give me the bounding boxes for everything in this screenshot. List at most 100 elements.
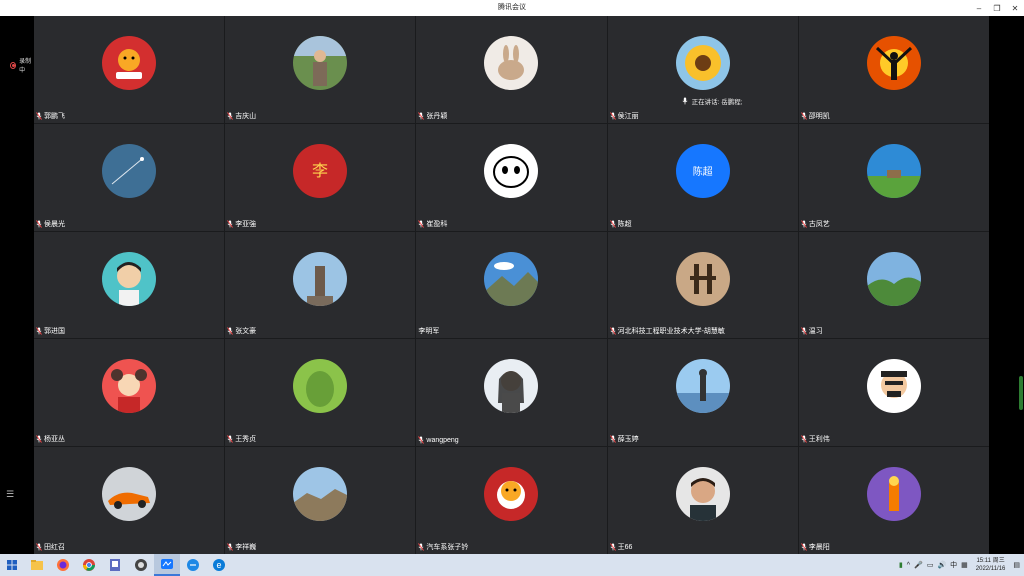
- avatar: [102, 143, 157, 198]
- taskbar-app-icon[interactable]: [128, 554, 154, 576]
- participant-nameplate: 河北科技工程职业技术大学-胡慧敏: [609, 326, 725, 336]
- microphone-icon[interactable]: 🎤: [914, 561, 923, 569]
- battery-icon[interactable]: ▮: [899, 561, 903, 569]
- participant-tile[interactable]: 吉庆山: [225, 16, 416, 123]
- mic-muted-icon: [36, 112, 42, 120]
- participant-grid: 郭鹏飞 吉庆山 张丹颖 侯江丽 正在讲话: 岳鹏程; 邵明凯 侯晨光李李亚強 崔盈科 陈超 陈超古…: [34, 16, 989, 554]
- participant-tile[interactable]: 张文豪: [225, 231, 416, 339]
- edge-icon: e: [213, 559, 225, 571]
- participant-tile[interactable]: 郭进国: [34, 231, 225, 339]
- participant-name: 田红召: [44, 544, 65, 551]
- participant-tile[interactable]: 张丹颖: [416, 16, 607, 123]
- scroll-handle[interactable]: [1019, 376, 1023, 410]
- recording-indicator[interactable]: 录制中: [10, 56, 34, 74]
- system-tray: ▮ ^ 🎤 ▭ 🔊 中 ▦ 15:11 周三 2022/11/16 ▤: [899, 554, 1024, 576]
- taskbar-photo-app[interactable]: [102, 554, 128, 576]
- participant-nameplate: wangpeng: [418, 436, 459, 444]
- participant-tile[interactable]: 河北科技工程职业技术大学-胡慧敏: [607, 231, 798, 339]
- participant-nameplate: 李祥巍: [227, 542, 256, 552]
- mic-muted-icon: [609, 327, 616, 336]
- participant-tile[interactable]: 李祥巍: [225, 447, 416, 554]
- participant-tile[interactable]: 侯江丽 正在讲话: 岳鹏程;: [607, 16, 798, 123]
- mic-muted-icon: [36, 219, 42, 228]
- participant-tile[interactable]: 汽车系张子钤: [416, 447, 607, 554]
- close-button[interactable]: ✕: [1010, 4, 1020, 13]
- participant-tile[interactable]: 田红召: [34, 447, 225, 554]
- participant-name: 李亚強: [235, 220, 257, 228]
- participant-tile[interactable]: 邵明凯: [798, 16, 989, 123]
- keyboard-icon[interactable]: ▦: [961, 561, 968, 569]
- avatar: [293, 251, 348, 306]
- participant-tile[interactable]: 王利伟: [798, 339, 989, 447]
- participant-name: 王秀贞: [235, 436, 257, 444]
- start-button[interactable]: [0, 554, 24, 576]
- participant-name: 陈超: [617, 220, 632, 228]
- chrome-icon: [83, 559, 95, 571]
- participant-nameplate: 李明军: [418, 326, 439, 336]
- participant-nameplate: 李晨阳: [800, 542, 830, 552]
- participant-name: 郭进国: [44, 328, 65, 336]
- notification-icon[interactable]: ▤: [1013, 561, 1020, 569]
- taskbar-firefox[interactable]: [50, 554, 76, 576]
- participant-name: 张文豪: [235, 328, 257, 336]
- participant-tile[interactable]: 薛玉婷: [607, 339, 798, 447]
- window-controls: – ❐ ✕: [974, 0, 1020, 16]
- participant-tile[interactable]: 李明军: [416, 231, 607, 339]
- maximize-button[interactable]: ❐: [992, 4, 1002, 13]
- right-panel: [989, 16, 1024, 554]
- avatar: [675, 359, 730, 414]
- svg-text:李: 李: [312, 162, 328, 180]
- avatar: [866, 359, 921, 414]
- avatar: [102, 36, 157, 90]
- mic-icon: [682, 97, 688, 105]
- participant-nameplate: 王秀贞: [227, 434, 256, 444]
- participant-tile[interactable]: 杨亚丛: [34, 339, 225, 447]
- participant-nameplate: 郭进国: [36, 326, 65, 336]
- avatar: [293, 359, 348, 414]
- mic-muted-icon: [418, 112, 425, 120]
- taskbar-chrome[interactable]: [76, 554, 102, 576]
- participant-tile[interactable]: 王秀贞: [225, 339, 416, 447]
- network-icon[interactable]: ▭: [927, 561, 934, 569]
- chevron-up-icon[interactable]: ^: [907, 562, 910, 569]
- participant-tile[interactable]: 崔盈科: [416, 123, 607, 231]
- taskbar-apps: e: [24, 554, 232, 576]
- participant-tile[interactable]: 侯晨光: [34, 123, 225, 231]
- taskbar-file-explorer[interactable]: [24, 554, 50, 576]
- avatar: [293, 467, 348, 522]
- participant-tile[interactable]: wangpeng: [416, 339, 607, 447]
- participant-tile[interactable]: 王66: [607, 447, 798, 554]
- taskbar-tencent-meeting[interactable]: [154, 554, 180, 576]
- mic-muted-icon: [800, 219, 807, 228]
- avatar: [484, 36, 539, 90]
- participant-name: 河北科技工程职业技术大学-胡慧敏: [617, 328, 725, 336]
- mic-muted-icon: [609, 543, 616, 551]
- mic-muted-icon: [418, 219, 425, 228]
- avatar: [675, 467, 730, 522]
- taskbar-edge[interactable]: e: [206, 554, 232, 576]
- mic-muted-icon: [800, 435, 807, 443]
- participant-name: 王66: [617, 544, 633, 551]
- participant-nameplate: 李亚強: [227, 219, 256, 229]
- avatar: [484, 359, 539, 414]
- avatar: 李: [293, 143, 348, 198]
- participant-tile[interactable]: 郭鹏飞: [34, 16, 225, 123]
- participant-tile[interactable]: 温习: [798, 231, 989, 339]
- participant-name: wangpeng: [426, 436, 459, 444]
- list-menu-icon[interactable]: ☰: [6, 490, 14, 499]
- participant-tile[interactable]: 李李亚強: [225, 123, 416, 231]
- mic-muted-icon: [227, 435, 234, 443]
- file-explorer-icon: [31, 560, 43, 570]
- participant-nameplate: 田红召: [36, 542, 65, 552]
- participant-tile[interactable]: 古凤艺: [798, 123, 989, 231]
- ime-indicator[interactable]: 中: [950, 560, 957, 570]
- clock[interactable]: 15:11 周三 2022/11/16: [972, 557, 1010, 573]
- volume-icon[interactable]: 🔊: [937, 561, 946, 569]
- participant-tile[interactable]: 李晨阳: [798, 447, 989, 554]
- minimize-button[interactable]: –: [974, 4, 984, 13]
- clock-date: 2022/11/16: [975, 566, 1006, 572]
- taskbar: e ▮ ^ 🎤 ▭ 🔊 中 ▦ 15:11 周三 2022/11/16 ▤: [0, 554, 1024, 576]
- taskbar-web-app[interactable]: [180, 554, 206, 576]
- participant-name: 李明军: [418, 328, 440, 336]
- participant-tile[interactable]: 陈超 陈超: [607, 123, 798, 231]
